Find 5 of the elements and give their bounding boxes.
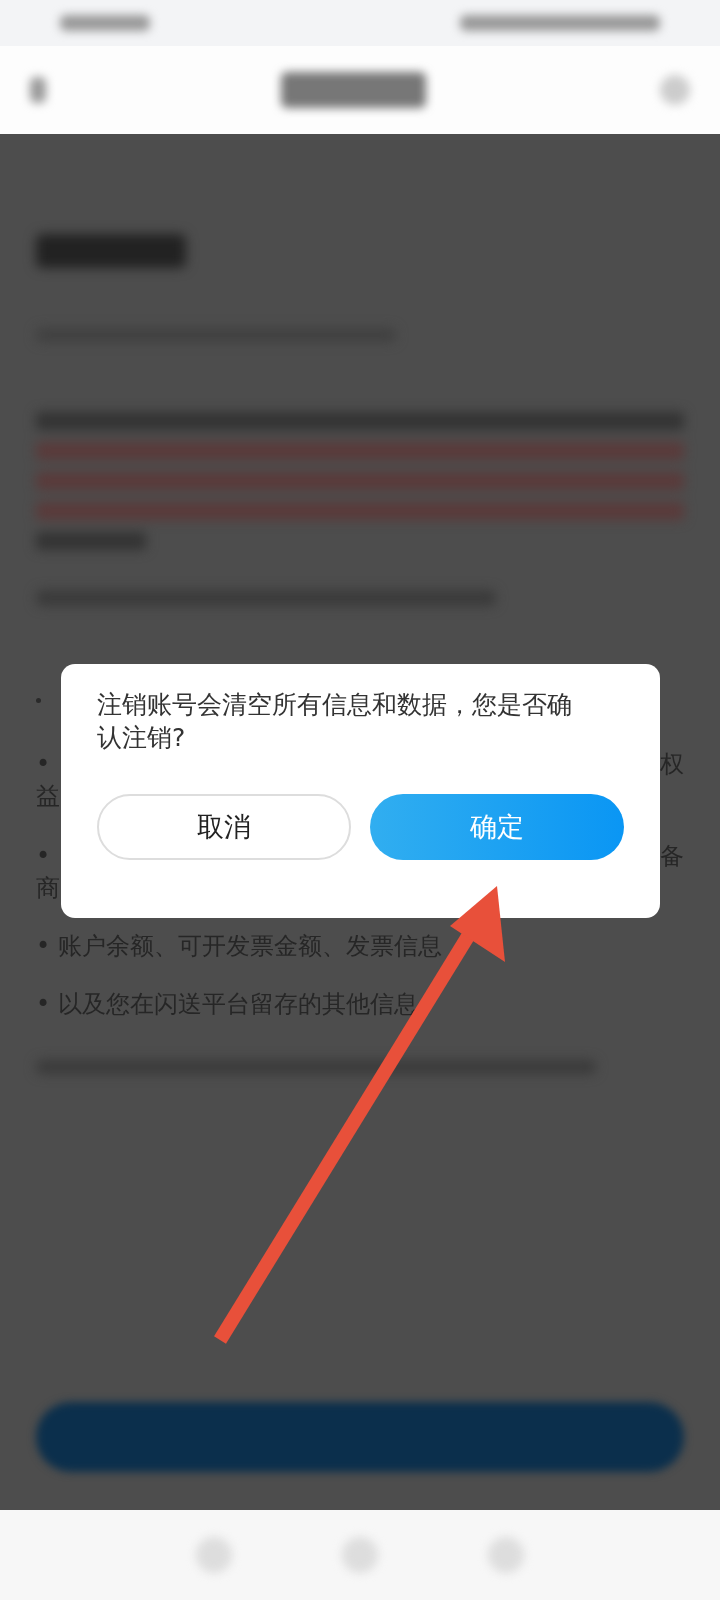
cancel-button[interactable]: 取消: [97, 794, 351, 860]
dialog-message: 注销账号会清空所有信息和数据，您是否确认注销?: [97, 689, 573, 754]
list-text-fragment: •: [36, 841, 52, 872]
list-text-fragment: •: [36, 749, 52, 780]
bullet-dot: [36, 697, 41, 703]
